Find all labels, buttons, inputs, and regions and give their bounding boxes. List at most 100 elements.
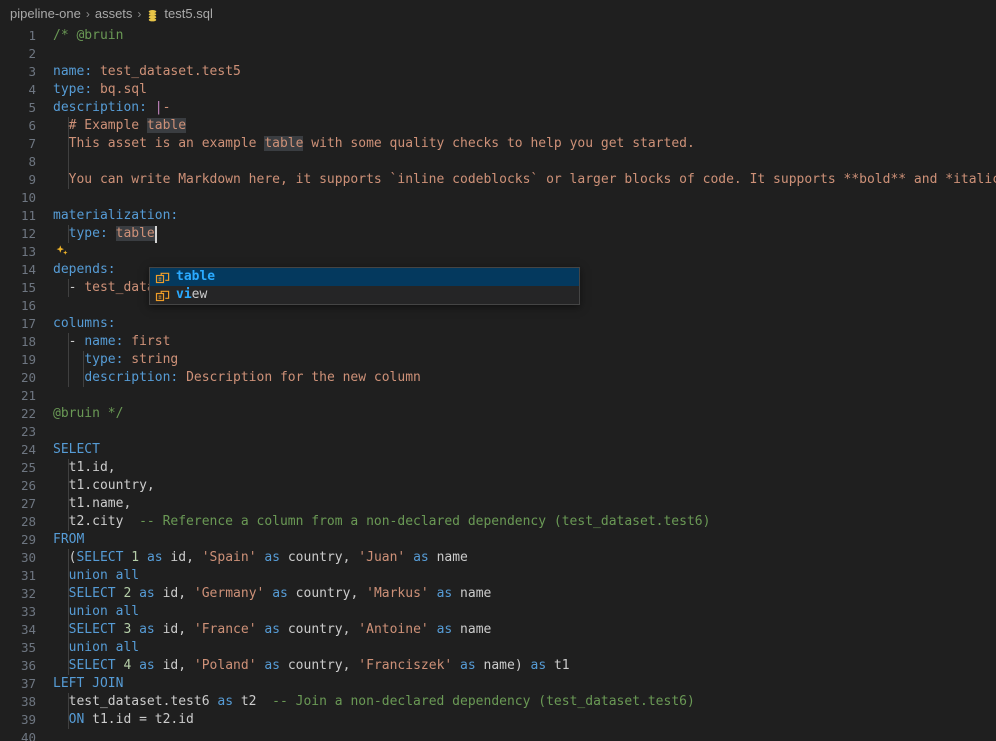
line-number: 23 [20,424,36,439]
line-number: 20 [20,370,36,385]
code-line[interactable]: 5 description: |- [0,99,996,117]
code-line[interactable]: 36 SELECT 4 as id, 'Poland' as country, … [0,657,996,675]
code-line[interactable]: 37 LEFT JOIN [0,675,996,693]
line-number: 37 [20,676,36,691]
line-content: SELECT 4 as id, 'Poland' as country, 'Fr… [68,658,570,673]
line-content: SELECT 2 as id, 'Germany' as country, 'M… [68,586,492,601]
autocomplete-item-label: view [176,287,208,302]
code-line[interactable]: 4 type: bq.sql [0,81,996,99]
code-line[interactable]: 12 type: table [0,225,996,243]
code-editor[interactable]: 1/* @bruin 2 3 name: test_dataset.test5 4 typ… [0,27,996,741]
code-line[interactable]: 32 SELECT 2 as id, 'Germany' as country,… [0,585,996,603]
code-line[interactable]: 30 (SELECT 1 as id, 'Spain' as country, … [0,549,996,567]
code-line[interactable]: 19 type: string [0,351,996,369]
breadcrumb-separator-icon: › [85,6,90,21]
breadcrumb-item-file[interactable]: test5.sql [164,6,212,21]
code-line[interactable]: 33 union all [0,603,996,621]
line-number: 21 [20,388,36,403]
code-line[interactable]: 7 This asset is an example table with so… [0,135,996,153]
line-number: 13 [20,244,36,259]
code-line[interactable]: 23 [0,423,996,441]
line-content: test_dataset.test6 as t2 -- Join a non-d… [53,694,695,709]
line-content: @bruin */ [53,406,124,421]
enum-member-icon [155,288,171,304]
enum-member-icon [155,270,171,286]
code-line[interactable]: 13 [0,243,996,261]
code-line[interactable]: 20 description: Description for the new … [0,369,996,387]
line-number: 18 [20,334,36,349]
breadcrumb-item-assets[interactable]: assets [95,6,133,21]
line-number: 40 [20,730,36,741]
line-number: 16 [20,298,36,313]
line-number: 33 [20,604,36,619]
code-line[interactable]: 6 # Example table [0,117,996,135]
code-line[interactable]: 34 SELECT 3 as id, 'France' as country, … [0,621,996,639]
line-number: 22 [20,406,36,421]
code-line[interactable]: 3 name: test_dataset.test5 [0,63,996,81]
code-line[interactable]: 8 [0,153,996,171]
line-number: 36 [20,658,36,673]
code-line[interactable]: 17 columns: [0,315,996,333]
code-line[interactable]: 11 materialization: [0,207,996,225]
code-line[interactable]: 1 /* @bruin [0,27,996,45]
line-content: (SELECT 1 as id, 'Spain' as country, 'Ju… [53,550,468,565]
line-number: 30 [20,550,36,565]
line-content: - name: first [68,334,171,349]
line-content: description: Description for the new col… [84,370,421,385]
code-line[interactable]: 27 t1.name, [0,495,996,513]
line-number: 8 [28,154,36,169]
line-content: This asset is an example table with some… [53,136,695,151]
code-line[interactable]: 22 @bruin */ [0,405,996,423]
line-content: union all [68,568,140,583]
line-number: 3 [28,64,36,79]
breadcrumb-separator-icon: › [137,6,142,21]
line-number: 35 [20,640,36,655]
line-number: 17 [20,316,36,331]
code-line[interactable]: 39 ON t1.id = t2.id [0,711,996,729]
code-line[interactable]: 31 union all [0,567,996,585]
line-number: 4 [28,82,36,97]
line-content: union all [68,640,140,655]
code-line[interactable]: 25 t1.id, [0,459,996,477]
code-line[interactable]: 10 [0,189,996,207]
line-content: # Example table [53,118,187,133]
line-number: 32 [20,586,36,601]
code-line[interactable]: 40 [0,729,996,741]
line-content: name: test_dataset.test5 [53,64,241,79]
line-content: SELECT 3 as id, 'France' as country, 'An… [68,622,492,637]
line-number: 1 [28,28,36,43]
code-line[interactable]: 2 [0,45,996,63]
line-content: materialization: [53,208,179,223]
line-content: t1.country, [53,478,155,493]
code-line[interactable]: 29 FROM [0,531,996,549]
code-line[interactable]: 26 t1.country, [0,477,996,495]
autocomplete-item-view[interactable]: view [150,286,579,304]
sparkle-icon[interactable] [55,244,71,260]
database-icon [146,8,159,23]
code-line[interactable]: 28 t2.city -- Reference a column from a … [0,513,996,531]
code-line[interactable]: 21 [0,387,996,405]
line-number: 10 [20,190,36,205]
line-content: You can write Markdown here, it supports… [53,172,996,187]
autocomplete-popup[interactable]: table view [149,267,580,305]
breadcrumb-item-pipeline[interactable]: pipeline-one [10,6,81,21]
line-content: FROM [53,532,85,547]
code-line[interactable]: 35 union all [0,639,996,657]
line-content: type: bq.sql [53,82,147,97]
line-number: 29 [20,532,36,547]
line-number: 7 [28,136,36,151]
line-number: 2 [28,46,36,61]
code-line[interactable]: 38 test_dataset.test6 as t2 -- Join a no… [0,693,996,711]
line-content: columns: [53,316,116,331]
line-content: t1.id, [53,460,116,475]
line-content: SELECT [53,442,100,457]
line-number: 38 [20,694,36,709]
code-line[interactable]: 9 You can write Markdown here, it suppor… [0,171,996,189]
code-line[interactable]: 24 SELECT [0,441,996,459]
line-number: 26 [20,478,36,493]
line-content: /* @bruin [53,28,124,43]
autocomplete-item-table[interactable]: table [150,268,579,286]
code-line[interactable]: 18 - name: first [0,333,996,351]
line-content: type: table [68,226,155,241]
line-content: t1.name, [53,496,132,511]
